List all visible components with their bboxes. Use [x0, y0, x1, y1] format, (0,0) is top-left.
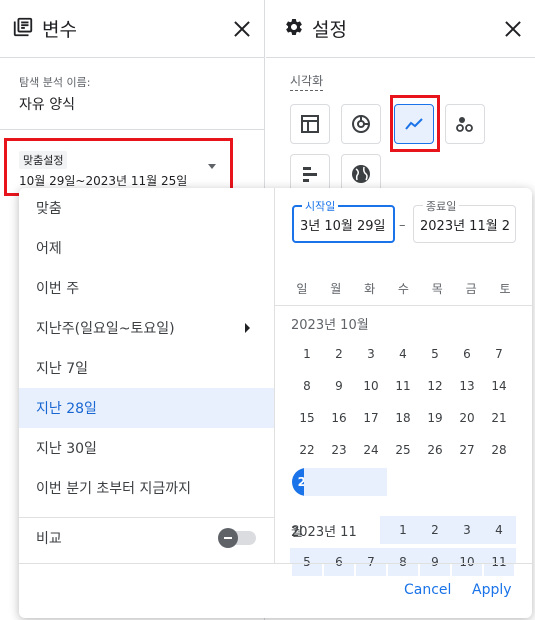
compare-row: 비교	[19, 517, 275, 557]
preset-list: 맞춤 어제 이번 주 지난주(일요일~토요일) 지난 7일 지난 28일 지난 …	[19, 188, 275, 563]
weekday-label: 일	[296, 282, 308, 296]
calendar: 3년 10월 29일 시작일 – 2023년 11월 2 종료일 일월화수목금토…	[275, 188, 532, 576]
dropdown-arrow-icon	[208, 164, 216, 169]
end-date-label: 종료일	[423, 198, 460, 214]
preset-label: 이번 분기 초부터 지금까지	[36, 481, 192, 497]
weekday-label: 목	[431, 282, 443, 296]
visualization-label: 시각화	[290, 72, 324, 91]
preset-label: 맞춤	[36, 201, 62, 217]
range-fill	[304, 468, 387, 496]
calendar-day[interactable]: 18	[388, 404, 418, 432]
calendar-day[interactable]: 25	[388, 436, 418, 464]
globe-icon	[352, 165, 370, 183]
start-date-label: 시작일	[302, 198, 339, 214]
calendar-day[interactable]: 1	[388, 516, 418, 544]
preset-custom[interactable]: 맞춤	[19, 188, 274, 228]
date-preset-chip: 맞춤설정	[19, 151, 68, 169]
weekday-label: 토	[499, 282, 511, 296]
date-range-popup: 맞춤 어제 이번 주 지난주(일요일~토요일) 지난 7일 지난 28일 지난 …	[19, 188, 532, 618]
variables-header: 변수	[0, 0, 264, 58]
preset-label: 지난 28일	[36, 401, 97, 417]
preset-last-week[interactable]: 지난주(일요일~토요일)	[19, 308, 274, 348]
calendar-day[interactable]: 15	[292, 404, 322, 432]
date-range-text: 10월 29일~2023년 11월 25일	[19, 174, 188, 188]
preset-yesterday[interactable]: 어제	[19, 228, 274, 268]
weekday-label: 금	[465, 282, 477, 296]
preset-last-28-days[interactable]: 지난 28일	[19, 388, 274, 428]
donut-chart-icon	[352, 115, 370, 133]
close-settings-button[interactable]	[503, 19, 523, 39]
variables-icon	[12, 16, 34, 42]
preset-last-30-days[interactable]: 지난 30일	[19, 428, 274, 468]
gear-icon	[284, 17, 304, 41]
weekday-label: 화	[364, 282, 376, 296]
month-label-october: 2023년 10월	[291, 318, 369, 333]
compare-label: 비교	[36, 530, 62, 547]
end-date-value: 2023년 11월 2	[420, 218, 511, 234]
calendar-day[interactable]: 17	[356, 404, 386, 432]
calendar-day[interactable]: 3	[356, 340, 386, 368]
bar-chart-icon	[303, 167, 317, 182]
preset-this-week[interactable]: 이번 주	[19, 268, 274, 308]
calendar-day[interactable]: 2	[420, 516, 450, 544]
calendar-day[interactable]: 28	[484, 436, 514, 464]
submenu-arrow-icon	[245, 323, 250, 333]
weekday-label: 월	[330, 282, 342, 296]
viz-donut-button[interactable]	[341, 104, 381, 144]
viz-scatter-button[interactable]	[445, 104, 485, 144]
exploration-name-label: 탐색 분석 이름:	[19, 76, 91, 89]
calendar-day[interactable]: 23	[324, 436, 354, 464]
compare-toggle[interactable]	[218, 527, 256, 548]
calendar-day[interactable]: 11	[388, 372, 418, 400]
calendar-day[interactable]: 19	[420, 404, 450, 432]
calendar-day[interactable]: 26	[420, 436, 450, 464]
weekday-label: 수	[397, 282, 409, 296]
calendar-day[interactable]: 22	[292, 436, 322, 464]
calendar-day[interactable]: 6	[452, 340, 482, 368]
preset-quarter-to-date[interactable]: 이번 분기 초부터 지금까지	[19, 468, 274, 508]
range-dash: –	[399, 218, 406, 233]
table-icon	[301, 115, 319, 133]
preset-label: 지난 7일	[36, 361, 88, 377]
calendar-day[interactable]: 4	[388, 340, 418, 368]
preset-label: 지난주(일요일~토요일)	[36, 321, 175, 337]
calendar-day[interactable]: 7	[484, 340, 514, 368]
start-date-value: 3년 10월 29일	[300, 218, 386, 234]
close-variables-button[interactable]	[232, 19, 252, 39]
calendar-day[interactable]: 24	[356, 436, 386, 464]
exploration-name-field[interactable]: 자유 양식	[19, 94, 245, 114]
preset-last-7-days[interactable]: 지난 7일	[19, 348, 274, 388]
toggle-knob	[218, 527, 238, 548]
variables-title: 변수	[42, 19, 77, 41]
calendar-day[interactable]: 10	[356, 372, 386, 400]
preset-label: 이번 주	[36, 281, 80, 297]
calendar-day[interactable]: 21	[484, 404, 514, 432]
calendar-day[interactable]: 3	[452, 516, 482, 544]
line-chart-highlight	[390, 95, 440, 152]
exploration-name-block: 탐색 분석 이름: 자유 양식	[0, 58, 264, 130]
calendar-day[interactable]: 27	[452, 436, 482, 464]
calendar-day[interactable]: 13	[452, 372, 482, 400]
apply-button[interactable]: Apply	[472, 582, 512, 598]
calendar-day[interactable]: 12	[420, 372, 450, 400]
preset-label: 지난 30일	[36, 441, 97, 457]
calendar-day[interactable]: 4	[484, 516, 514, 544]
calendar-day[interactable]: 1	[292, 340, 322, 368]
cancel-button[interactable]: Cancel	[404, 582, 451, 598]
weekday-header: 일월화수목금토	[275, 280, 532, 306]
calendar-day[interactable]: 20	[452, 404, 482, 432]
month-label-overlap: 월	[291, 525, 303, 540]
scatter-icon	[456, 117, 473, 132]
popup-footer: Cancel Apply	[19, 563, 532, 618]
calendar-day[interactable]: 14	[484, 372, 514, 400]
settings-header: 설정	[266, 0, 535, 58]
calendar-day[interactable]: 2	[324, 340, 354, 368]
calendar-day[interactable]: 8	[292, 372, 322, 400]
calendar-day[interactable]: 16	[324, 404, 354, 432]
preset-label: 어제	[36, 241, 62, 257]
calendar-day[interactable]: 5	[420, 340, 450, 368]
viz-table-button[interactable]	[290, 104, 330, 144]
settings-title: 설정	[312, 19, 347, 41]
calendar-day[interactable]: 9	[324, 372, 354, 400]
